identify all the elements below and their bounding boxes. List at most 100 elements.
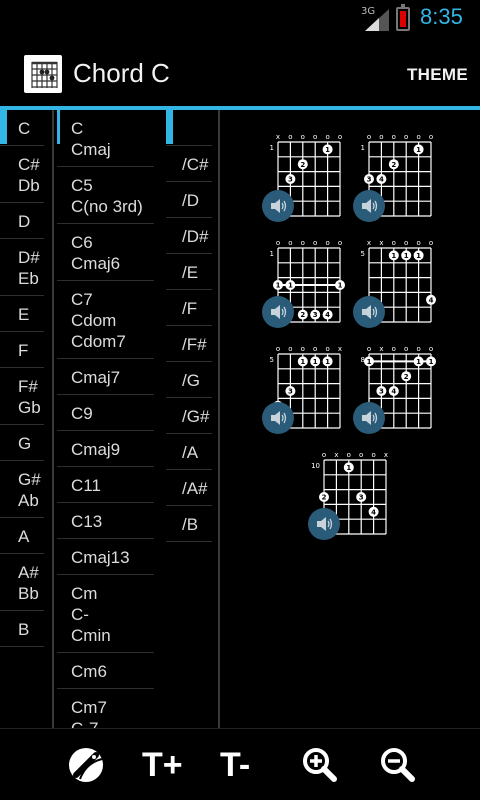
speaker-icon xyxy=(362,305,378,319)
chord-type-item[interactable]: Cmaj9 xyxy=(57,431,154,467)
guitar-button[interactable] xyxy=(66,745,114,785)
finger-number: 1 xyxy=(288,282,293,290)
chord-type-item-label: C6 xyxy=(71,233,93,252)
finger-number: 1 xyxy=(429,358,434,366)
battery-icon xyxy=(396,4,410,31)
root-note-item-label: G# xyxy=(18,470,41,489)
root-note-item[interactable]: F xyxy=(0,332,44,368)
chord-type-item-label: Cmaj6 xyxy=(71,254,121,273)
bass-note-item[interactable]: /C# xyxy=(166,146,212,182)
root-note-list[interactable]: C C# Db D D# Eb E F F# Gb G G# Ab A A# Bb B xyxy=(0,110,52,728)
root-note-item[interactable]: D xyxy=(0,203,44,239)
chord-type-item-label: C(no 3rd) xyxy=(71,197,143,216)
play-sound-button[interactable] xyxy=(353,402,385,434)
zoom-out-icon xyxy=(381,748,415,782)
bass-note-item[interactable]: /A# xyxy=(166,470,212,506)
root-note-item[interactable]: E xyxy=(0,296,44,332)
app-logo-icon xyxy=(24,55,62,93)
chord-diagram[interactable]: o x o o o x 1 2 3 4 10 xyxy=(308,450,408,550)
string-marker: o xyxy=(359,451,363,459)
chord-type-item[interactable]: C7 Cdom Cdom7 xyxy=(57,281,154,359)
string-marker: o xyxy=(392,345,396,353)
chord-diagram[interactable]: oxoooo1112348 xyxy=(353,344,453,444)
root-note-item[interactable]: C xyxy=(0,110,44,146)
bass-note-item-label xyxy=(182,118,212,139)
bass-note-item[interactable]: /G# xyxy=(166,398,212,434)
string-marker: o xyxy=(404,133,408,141)
chord-type-item-label: Cmaj13 xyxy=(71,548,130,567)
finger-number: 1 xyxy=(416,146,421,154)
chord-diagram[interactable]: xooooo1231 xyxy=(262,132,362,232)
chord-diagrams-panel: xooooo1231oooooo12341oooooo1112341xxoooo… xyxy=(222,110,480,728)
text-smaller-button[interactable]: T- xyxy=(220,745,268,785)
chord-type-item[interactable]: C9 xyxy=(57,395,154,431)
chord-type-item[interactable]: C Cmaj xyxy=(57,110,154,167)
bass-note-item[interactable]: /B xyxy=(166,506,212,542)
string-marker: o xyxy=(301,345,305,353)
finger-number: 3 xyxy=(359,494,364,502)
root-note-item[interactable]: D# Eb xyxy=(0,239,44,296)
bass-note-item-label: /E xyxy=(182,263,199,282)
fret-number: 1 xyxy=(269,250,274,258)
finger-number: 2 xyxy=(300,311,305,319)
chord-type-list[interactable]: C Cmaj C5 C(no 3rd) C6 Cmaj6 C7 Cdom Cdom7 Cmaj7 C… xyxy=(57,110,166,728)
bass-note-item[interactable]: /F xyxy=(166,290,212,326)
root-note-item[interactable]: C# Db xyxy=(0,146,44,203)
finger-number: 1 xyxy=(416,252,421,260)
play-sound-button[interactable] xyxy=(353,296,385,328)
bass-note-item[interactable]: /A xyxy=(166,434,212,470)
play-sound-button[interactable] xyxy=(262,190,294,222)
root-note-item[interactable]: B xyxy=(0,611,44,647)
chord-diagram[interactable]: xxoooo11145 xyxy=(353,238,453,338)
string-marker: o xyxy=(404,345,408,353)
root-note-item[interactable]: G# Ab xyxy=(0,461,44,518)
finger-number: 1 xyxy=(276,282,281,290)
root-note-item-label: A# xyxy=(18,563,39,582)
play-sound-button[interactable] xyxy=(308,508,340,540)
text-bigger-button[interactable]: T+ xyxy=(142,745,190,785)
bass-note-item[interactable]: /F# xyxy=(166,326,212,362)
zoom-in-button[interactable] xyxy=(300,745,348,785)
play-sound-button[interactable] xyxy=(353,190,385,222)
theme-button[interactable]: THEME xyxy=(407,65,468,85)
bass-note-item[interactable]: /G xyxy=(166,362,212,398)
root-note-item[interactable]: G xyxy=(0,425,44,461)
root-note-item[interactable]: A# Bb xyxy=(0,554,44,611)
zoom-in-icon xyxy=(303,748,337,782)
chord-type-item[interactable]: Cm C- Cmin xyxy=(57,575,154,653)
string-marker: o xyxy=(313,239,317,247)
chord-type-item-label: C7 xyxy=(71,290,93,309)
zoom-out-button[interactable] xyxy=(378,745,426,785)
page-title: Chord C xyxy=(73,58,170,88)
bass-note-item[interactable]: /D xyxy=(166,182,212,218)
bass-note-item[interactable] xyxy=(166,110,212,146)
chord-type-item[interactable]: Cm6 xyxy=(57,653,154,689)
play-sound-button[interactable] xyxy=(262,296,294,328)
chord-diagram[interactable]: ooooox111345 xyxy=(262,344,362,444)
chord-type-item[interactable]: C11 xyxy=(57,467,154,503)
chord-type-item[interactable]: Cmaj13 xyxy=(57,539,154,575)
finger-number: 2 xyxy=(391,161,396,169)
selection-indicator xyxy=(166,110,173,144)
chord-diagram[interactable]: oooooo12341 xyxy=(353,132,453,232)
finger-number: 1 xyxy=(346,464,351,472)
root-note-item-label: Eb xyxy=(18,269,39,288)
chord-type-item[interactable]: Cmaj7 xyxy=(57,359,154,395)
root-note-item[interactable]: F# Gb xyxy=(0,368,44,425)
chord-type-item[interactable]: C13 xyxy=(57,503,154,539)
root-note-item-label: Db xyxy=(18,176,40,195)
bass-note-item-label: /C# xyxy=(182,155,209,174)
play-sound-button[interactable] xyxy=(262,402,294,434)
chord-type-item[interactable]: Cm7C-7 xyxy=(57,689,154,728)
chord-diagram[interactable]: oooooo1112341 xyxy=(262,238,362,338)
string-marker: o xyxy=(392,133,396,141)
chord-type-item[interactable]: C6 Cmaj6 xyxy=(57,224,154,281)
bass-note-item[interactable]: /E xyxy=(166,254,212,290)
bass-note-item[interactable]: /D# xyxy=(166,218,212,254)
bass-note-list[interactable]: /C# /D/D# /E/F/F# /G/G# /A/A# /B xyxy=(166,110,220,728)
chord-type-item-label: Cdom xyxy=(71,311,117,330)
chord-type-item[interactable]: C5 C(no 3rd) xyxy=(57,167,154,224)
string-marker: o xyxy=(347,451,351,459)
root-note-item[interactable]: A xyxy=(0,518,44,554)
string-marker: o xyxy=(338,133,342,141)
